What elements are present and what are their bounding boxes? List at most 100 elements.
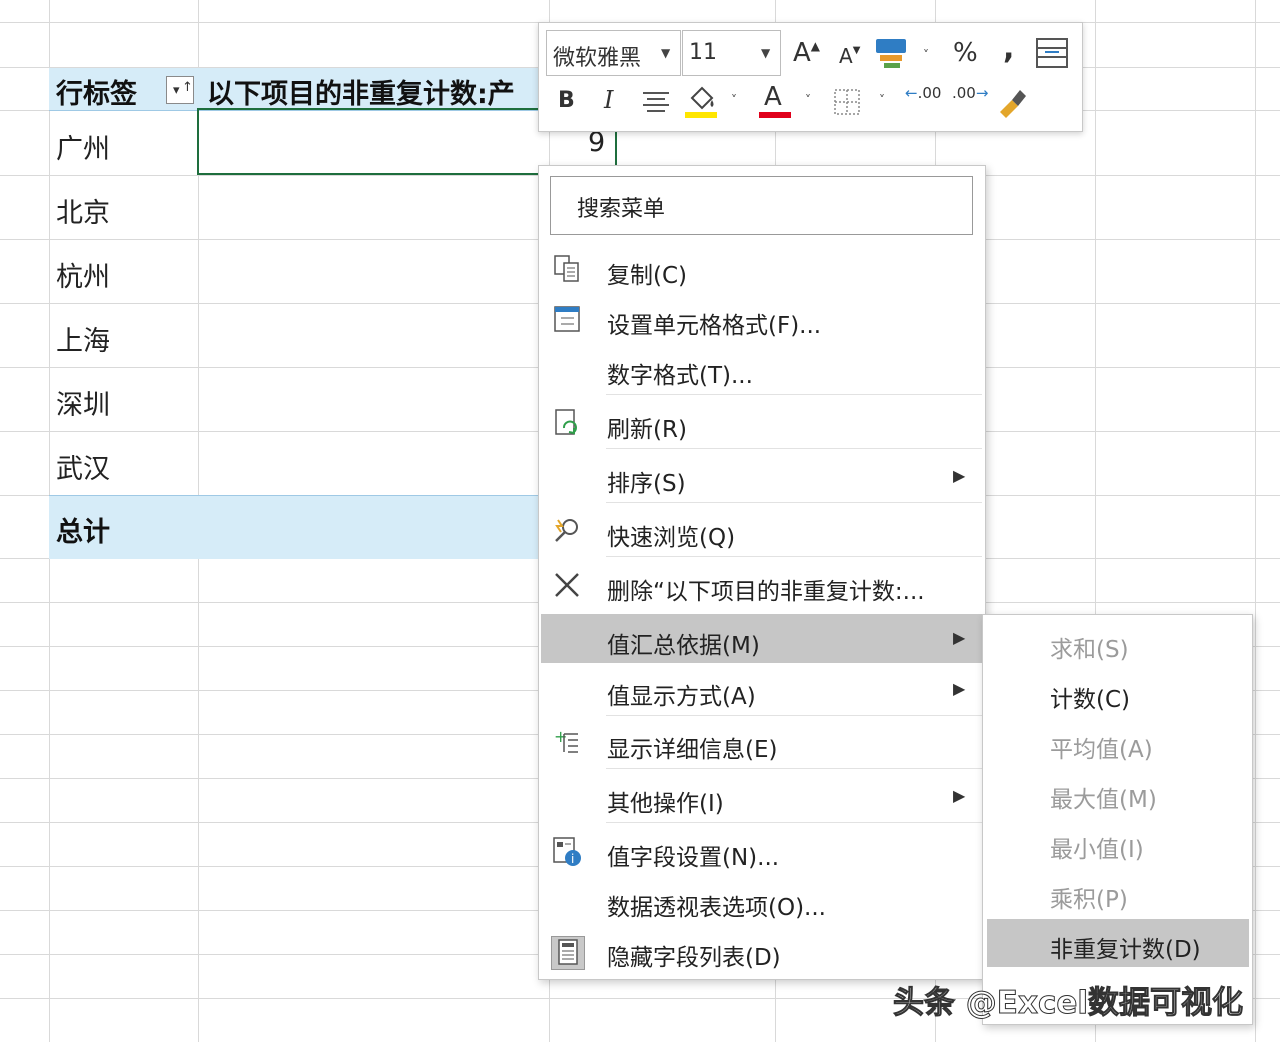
format-table-button[interactable] bbox=[1036, 38, 1068, 71]
menu-separator bbox=[606, 822, 982, 823]
font-size-combobox[interactable]: 11 ▼ bbox=[682, 30, 781, 76]
increase-decimal-icon: .00 bbox=[917, 84, 942, 102]
menu-item-refresh[interactable]: 刷新(R) bbox=[541, 398, 982, 448]
submenu-item-max[interactable]: 最大值(M) bbox=[987, 769, 1249, 817]
grow-font-icon: A bbox=[793, 38, 811, 68]
submenu-item-label: 乘积(P) bbox=[1050, 887, 1128, 913]
menu-item-format-cells[interactable]: 设置单元格格式(F)... bbox=[541, 294, 982, 344]
menu-item-label: 快速浏览(Q) bbox=[607, 525, 736, 551]
menu-item-sort[interactable]: 排序(S) ▶ bbox=[541, 452, 982, 502]
font-name-value: 微软雅黑 bbox=[553, 46, 642, 71]
menu-item-delete-field[interactable]: 删除“以下项目的非重复计数:... bbox=[541, 560, 982, 610]
percent-icon: % bbox=[953, 38, 978, 68]
chevron-down-icon[interactable]: ˅ bbox=[879, 93, 885, 107]
submenu-item-label: 最小值(I) bbox=[1050, 837, 1144, 863]
pivot-row-label[interactable]: 上海 bbox=[56, 319, 110, 358]
font-name-combobox[interactable]: 微软雅黑 ▼ bbox=[546, 30, 681, 76]
fill-color-button[interactable] bbox=[684, 84, 718, 123]
bold-button[interactable]: B bbox=[558, 90, 575, 112]
submenu-item-average[interactable]: 平均值(A) bbox=[987, 719, 1249, 767]
borders-icon bbox=[834, 89, 860, 115]
accounting-format-button[interactable] bbox=[874, 36, 910, 73]
sort-icon: ↑ bbox=[182, 80, 193, 95]
font-color-icon: A bbox=[764, 82, 782, 112]
menu-item-value-field-settings[interactable]: i 值字段设置(N)... bbox=[541, 826, 982, 876]
menu-item-more-actions[interactable]: 其他操作(I) ▶ bbox=[541, 772, 982, 822]
percent-style-button[interactable]: % bbox=[953, 40, 978, 66]
submenu-item-product[interactable]: 乘积(P) bbox=[987, 869, 1249, 917]
menu-separator bbox=[606, 768, 982, 769]
pivot-row-label[interactable]: 广州 bbox=[56, 127, 110, 166]
delete-icon bbox=[551, 570, 583, 602]
menu-item-summarize-values-by[interactable]: 值汇总依据(M) ▶ bbox=[541, 614, 982, 663]
decrease-decimal-button[interactable]: .00→ bbox=[952, 86, 988, 101]
menu-item-label: 显示详细信息(E) bbox=[607, 737, 778, 763]
value-field-header[interactable]: 以下项目的非重复计数:产 bbox=[207, 72, 540, 111]
menu-item-pivot-options[interactable]: 数据透视表选项(O)... bbox=[541, 876, 982, 926]
menu-item-label: 设置单元格格式(F)... bbox=[607, 313, 822, 339]
menu-item-label: 值显示方式(A) bbox=[607, 684, 756, 710]
filter-sort-button[interactable]: ▾ ↑ bbox=[166, 76, 194, 104]
menu-item-label: 值汇总依据(M) bbox=[607, 633, 760, 659]
pivot-row-label[interactable]: 杭州 bbox=[56, 255, 110, 294]
row-labels-header[interactable]: 行标签 bbox=[56, 72, 137, 111]
arrow-left-icon: ← bbox=[905, 84, 918, 102]
comma-style-button[interactable]: , bbox=[1003, 34, 1014, 64]
submenu-arrow-icon: ▶ bbox=[953, 679, 966, 698]
pivot-row-label[interactable]: 深圳 bbox=[56, 383, 110, 422]
menu-item-quick-explore[interactable]: 快速浏览(Q) bbox=[541, 506, 982, 556]
submenu-item-label: 非重复计数(D) bbox=[1050, 937, 1201, 963]
submenu-arrow-icon: ▶ bbox=[953, 466, 966, 485]
italic-icon: I bbox=[604, 86, 614, 114]
menu-item-label: 复制(C) bbox=[607, 263, 688, 289]
chevron-down-icon[interactable]: ˅ bbox=[805, 93, 811, 107]
menu-item-label: 排序(S) bbox=[607, 471, 686, 497]
copy-icon bbox=[551, 254, 583, 286]
menu-item-hide-field-list[interactable]: 隐藏字段列表(D) bbox=[541, 926, 982, 976]
menu-separator bbox=[606, 715, 982, 716]
chevron-down-icon[interactable]: ˅ bbox=[731, 93, 737, 107]
pivot-row-label[interactable]: 北京 bbox=[56, 191, 110, 230]
paint-bucket-icon bbox=[685, 86, 717, 118]
menu-item-show-values-as[interactable]: 值显示方式(A) ▶ bbox=[541, 665, 982, 715]
menu-separator bbox=[606, 448, 982, 449]
pivot-row-label[interactable]: 武汉 bbox=[56, 447, 110, 486]
search-menu-placeholder: 搜索菜单 bbox=[577, 197, 666, 222]
field-list-icon bbox=[551, 936, 585, 970]
menu-separator bbox=[606, 502, 982, 503]
grow-font-button[interactable]: A▲ bbox=[793, 40, 820, 66]
submenu-item-distinct-count[interactable]: 非重复计数(D) bbox=[987, 919, 1249, 967]
increase-decimal-button[interactable]: ←.00 bbox=[905, 86, 941, 101]
search-menu-input[interactable]: 搜索菜单 bbox=[550, 176, 973, 235]
submenu-item-label: 求和(S) bbox=[1050, 637, 1129, 663]
italic-button[interactable]: I bbox=[604, 88, 613, 112]
format-cells-icon bbox=[551, 304, 583, 336]
watermark: 头条 @Excel数据可视化 bbox=[893, 985, 1244, 1022]
borders-button[interactable] bbox=[833, 88, 861, 119]
menu-item-label: 数字格式(T)... bbox=[607, 363, 753, 389]
menu-item-number-format[interactable]: 数字格式(T)... bbox=[541, 344, 982, 394]
menu-item-label: 值字段设置(N)... bbox=[607, 845, 780, 871]
submenu-item-sum[interactable]: 求和(S) bbox=[987, 619, 1249, 667]
menu-item-label: 数据透视表选项(O)... bbox=[607, 895, 826, 921]
decrease-decimal-icon: .00 bbox=[952, 84, 976, 102]
menu-item-copy[interactable]: 复制(C) bbox=[541, 244, 982, 294]
chevron-down-icon[interactable]: ˅ bbox=[923, 48, 929, 62]
submenu-arrow-icon: ▶ bbox=[953, 628, 966, 647]
show-details-icon: + bbox=[551, 727, 583, 760]
menu-item-show-details[interactable]: + 显示详细信息(E) bbox=[541, 718, 982, 768]
chevron-down-icon: ▼ bbox=[661, 46, 671, 60]
align-center-button[interactable] bbox=[641, 88, 671, 117]
submenu-item-label: 计数(C) bbox=[1050, 687, 1131, 713]
submenu-item-label: 最大值(M) bbox=[1050, 787, 1157, 813]
bold-icon: B bbox=[558, 88, 575, 113]
shrink-font-button[interactable]: A▼ bbox=[839, 46, 860, 67]
format-painter-button[interactable] bbox=[996, 86, 1028, 121]
field-settings-icon: i bbox=[551, 836, 583, 868]
submenu-item-min[interactable]: 最小值(I) bbox=[987, 819, 1249, 867]
grand-total-label[interactable]: 总计 bbox=[56, 510, 110, 549]
font-color-button[interactable]: A bbox=[758, 84, 792, 123]
font-size-value: 11 bbox=[689, 40, 717, 65]
submenu-item-count[interactable]: 计数(C) bbox=[987, 669, 1249, 717]
submenu-item-label: 平均值(A) bbox=[1050, 737, 1153, 763]
